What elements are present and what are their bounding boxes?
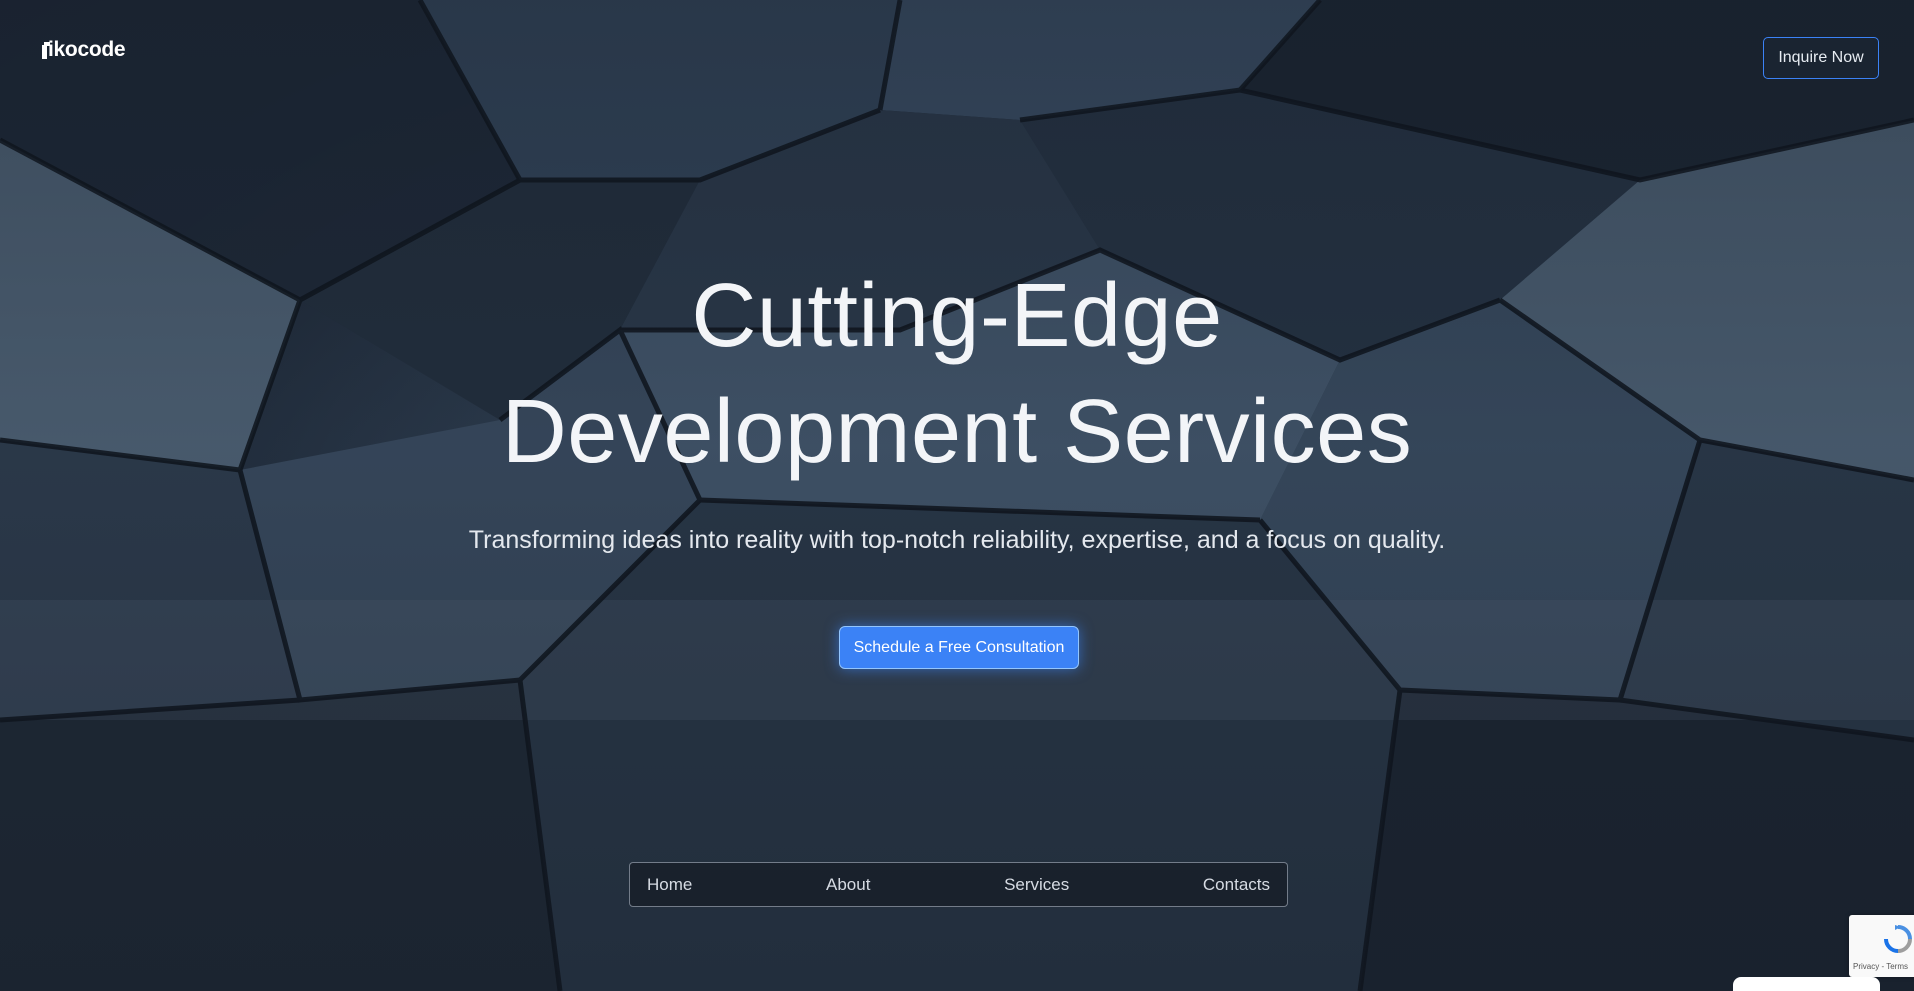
headline-line-2: Development Services bbox=[501, 382, 1413, 482]
hero-overlay bbox=[0, 0, 1914, 991]
nav-item-contacts[interactable]: Contacts bbox=[1203, 875, 1270, 895]
hero-section: ikocode Inquire Now Cutting-Edge Develop… bbox=[0, 0, 1914, 991]
recaptcha-links: Privacy - Terms bbox=[1853, 962, 1908, 971]
schedule-consultation-button[interactable]: Schedule a Free Consultation bbox=[839, 626, 1079, 669]
nav-item-home[interactable]: Home bbox=[647, 875, 692, 895]
nav-item-services[interactable]: Services bbox=[1004, 875, 1069, 895]
logo[interactable]: ikocode bbox=[42, 38, 126, 62]
recaptcha-terms-link[interactable]: Terms bbox=[1886, 962, 1908, 971]
bottom-nav: Home About Services Contacts bbox=[629, 862, 1288, 907]
inquire-now-button[interactable]: Inquire Now bbox=[1763, 37, 1879, 79]
recaptcha-privacy-link[interactable]: Privacy bbox=[1853, 962, 1879, 971]
logo-mark-icon bbox=[42, 42, 50, 59]
headline-line-1: Cutting-Edge bbox=[691, 266, 1223, 366]
recaptcha-icon bbox=[1884, 925, 1912, 953]
chat-widget-tab[interactable] bbox=[1733, 977, 1880, 991]
recaptcha-badge[interactable]: Privacy - Terms bbox=[1849, 915, 1914, 977]
nav-item-about[interactable]: About bbox=[826, 875, 870, 895]
page-title: Cutting-Edge Development Services bbox=[0, 258, 1914, 490]
hero-subtitle: Transforming ideas into reality with top… bbox=[468, 526, 1446, 554]
logo-text: ikocode bbox=[48, 38, 126, 61]
